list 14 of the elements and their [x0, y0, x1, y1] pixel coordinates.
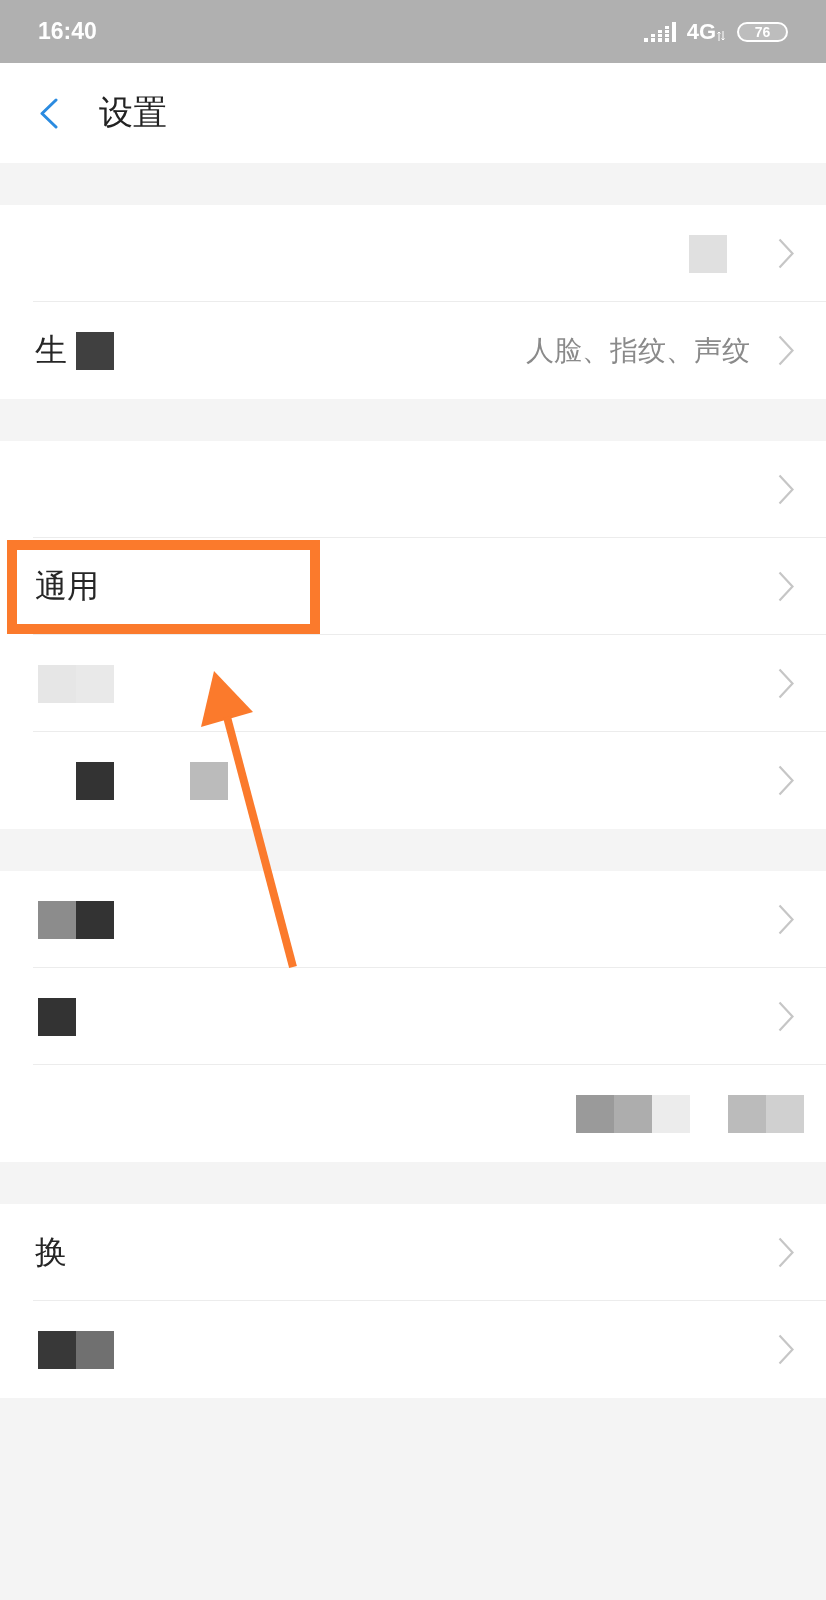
item-label: 生: [35, 330, 67, 370]
data-arrows-icon: [717, 30, 725, 41]
settings-row[interactable]: 换: [0, 1204, 826, 1301]
status-time: 16:40: [38, 18, 97, 45]
item-value: 人脸、指纹、声纹: [526, 333, 750, 368]
battery-indicator: 76: [737, 21, 788, 42]
settings-row[interactable]: 通用: [0, 538, 826, 635]
network-type: 4G: [686, 18, 716, 45]
back-icon[interactable]: [39, 97, 59, 129]
item-label: 换: [35, 1232, 67, 1272]
page-title: 设置: [99, 92, 167, 133]
item-label: 通用: [35, 566, 99, 606]
signal-icon: [643, 21, 677, 42]
settings-row[interactable]: 生 人脸、指纹、声纹: [0, 302, 826, 399]
